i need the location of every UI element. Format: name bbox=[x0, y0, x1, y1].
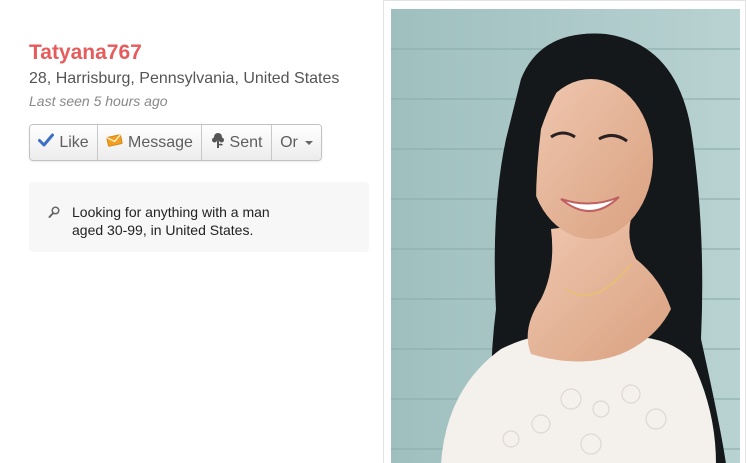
profile-photo-frame bbox=[383, 0, 746, 463]
profile-username[interactable]: Tatyana767 bbox=[29, 40, 369, 66]
envelope-icon bbox=[106, 133, 123, 152]
sent-button[interactable]: Sent bbox=[202, 125, 272, 160]
looking-for-box: Looking for anything with a man aged 30-… bbox=[29, 182, 369, 252]
or-label: Or bbox=[280, 133, 298, 151]
message-button[interactable]: Message bbox=[98, 125, 202, 160]
search-icon bbox=[48, 206, 60, 224]
looking-for-text: Looking for anything with a man aged 30-… bbox=[72, 203, 302, 239]
last-seen: Last seen 5 hours ago bbox=[29, 93, 168, 109]
profile-photo[interactable] bbox=[391, 9, 740, 463]
more-options-dropdown[interactable]: Or bbox=[272, 125, 321, 160]
caret-down-icon bbox=[304, 140, 313, 145]
checkmark-icon bbox=[38, 133, 55, 152]
like-button[interactable]: Like bbox=[30, 125, 98, 160]
like-label: Like bbox=[59, 133, 89, 151]
profile-info: Tatyana767 28, Harrisburg, Pennsylvania,… bbox=[29, 40, 369, 252]
profile-details: 28, Harrisburg, Pennsylvania, United Sta… bbox=[29, 70, 340, 87]
sent-label: Sent bbox=[229, 133, 263, 151]
flower-icon bbox=[211, 132, 225, 154]
message-label: Message bbox=[128, 133, 193, 151]
profile-photo-image bbox=[391, 9, 740, 463]
looking-for-line-1: Looking for anything with a man bbox=[72, 204, 270, 220]
looking-for-line-2: aged 30-99, in United States. bbox=[72, 222, 254, 238]
action-buttons: Like Message Sent Or bbox=[29, 124, 322, 161]
